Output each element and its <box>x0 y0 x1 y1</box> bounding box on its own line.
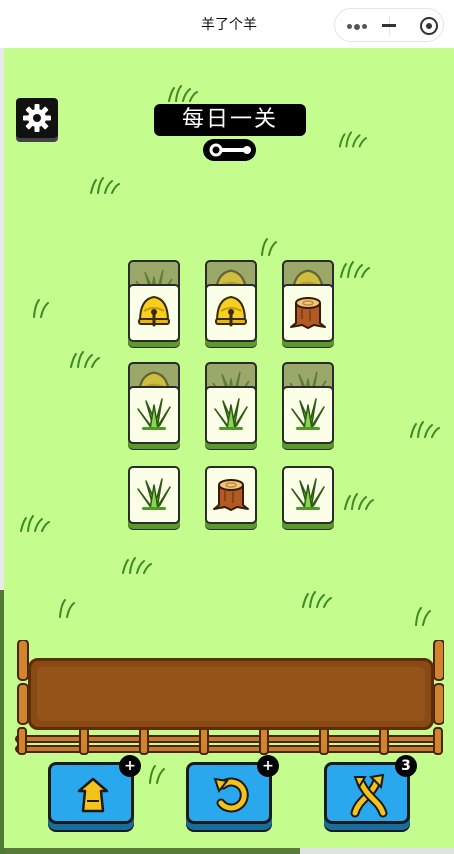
grass-icon <box>288 473 328 513</box>
grass-tuft-decoration <box>149 765 165 784</box>
tile-stump[interactable] <box>205 466 257 524</box>
minimize-icon[interactable] <box>382 24 396 27</box>
grass-tuft-decoration <box>59 599 75 618</box>
fence-post <box>139 727 149 755</box>
fence-post <box>379 727 389 755</box>
gear-icon <box>23 104 51 132</box>
grass-tuft-decoration <box>302 591 332 608</box>
tile-bell[interactable] <box>205 284 257 342</box>
undo-button[interactable]: + <box>186 755 279 824</box>
tile-grass[interactable] <box>128 386 180 444</box>
move-out-button[interactable]: + <box>48 755 141 824</box>
tile-grass[interactable] <box>205 386 257 444</box>
fence-post <box>79 727 89 755</box>
tile-tray <box>28 658 434 730</box>
grass-tuft-decoration <box>70 351 100 368</box>
fence-post <box>17 640 29 681</box>
close-target-icon[interactable] <box>420 17 438 35</box>
fence-post <box>433 640 444 681</box>
tile-grass[interactable] <box>282 466 334 524</box>
bell-icon <box>134 291 174 331</box>
move-out-icon <box>77 777 109 813</box>
grass-tuft-decoration <box>340 261 370 278</box>
fence-post <box>17 727 27 755</box>
fence-post <box>199 727 209 755</box>
tile-stump[interactable] <box>282 284 334 342</box>
grass-icon <box>134 473 174 513</box>
grass-tuft-decoration <box>33 299 49 318</box>
grass-icon <box>288 393 328 433</box>
title-bar: 羊了个羊 <box>4 0 454 48</box>
game-window: 羊了个羊 每日一关 + + 3 <box>4 0 454 848</box>
key-indicator <box>203 139 256 161</box>
fence-post <box>433 727 443 755</box>
grass-tuft-decoration <box>415 607 431 626</box>
shuffle-icon <box>350 773 388 818</box>
grass-icon <box>134 393 174 433</box>
fence-post <box>17 683 29 725</box>
stump-icon <box>211 473 251 513</box>
move-out-badge: + <box>119 755 141 777</box>
tile-bell[interactable] <box>128 284 180 342</box>
grass-tuft-decoration <box>338 131 368 148</box>
grass-icon <box>211 393 251 433</box>
settings-button[interactable] <box>16 98 58 138</box>
fence-post <box>433 683 444 725</box>
shuffle-count-badge: 3 <box>395 755 417 777</box>
grass-tuft-decoration <box>410 421 440 438</box>
tile-grass[interactable] <box>128 466 180 524</box>
fence-post <box>259 727 269 755</box>
stump-icon <box>288 291 328 331</box>
fence-post <box>319 727 329 755</box>
undo-icon <box>213 777 249 813</box>
mini-program-capsule <box>334 8 444 42</box>
grass-tuft-decoration <box>344 493 374 510</box>
shuffle-button[interactable]: 3 <box>324 755 417 824</box>
grass-tuft-decoration <box>168 85 198 102</box>
level-title: 每日一关 <box>154 104 306 136</box>
undo-badge: + <box>257 755 279 777</box>
tile-grass[interactable] <box>282 386 334 444</box>
key-icon <box>209 143 251 157</box>
bell-icon <box>211 291 251 331</box>
tray-slot-area <box>37 667 425 721</box>
grass-tuft-decoration <box>90 177 120 194</box>
grass-tuft-decoration <box>122 557 152 574</box>
grass-tuft-decoration <box>261 238 277 256</box>
more-dots-icon[interactable] <box>347 24 367 30</box>
grass-tuft-decoration <box>20 515 50 532</box>
